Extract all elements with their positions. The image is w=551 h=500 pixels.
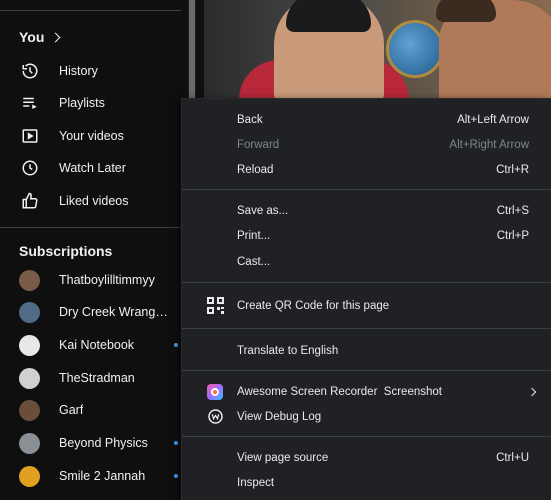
- liked-videos-icon: [19, 190, 41, 212]
- sidebar-item-label: Liked videos: [59, 194, 129, 208]
- menu-item-label: Forward: [237, 138, 280, 151]
- menu-item-translate[interactable]: Translate to English: [182, 338, 551, 363]
- menu-item-shortcut: Alt+Right Arrow: [449, 138, 529, 151]
- subscription-name: TheStradman: [59, 371, 135, 385]
- menu-separator: [182, 370, 551, 371]
- menu-separator: [182, 282, 551, 283]
- menu-item-label: Create QR Code for this page: [237, 299, 390, 312]
- your-videos-icon: [19, 125, 41, 147]
- subscription-name: Beyond Physics: [59, 436, 148, 450]
- subscription-item[interactable]: Garf: [19, 398, 169, 422]
- context-menu: Back Alt+Left Arrow Forward Alt+Right Ar…: [181, 98, 551, 500]
- menu-item-label: View page source: [237, 451, 329, 464]
- subscription-item[interactable]: Smile 2 Jannah: [19, 464, 178, 488]
- avatar: [19, 301, 40, 323]
- subscriptions-heading: Subscriptions: [19, 243, 113, 259]
- menu-item-shortcut: Ctrl+U: [496, 451, 529, 464]
- menu-item-print[interactable]: Print... Ctrl+P: [182, 223, 551, 248]
- new-content-dot: [174, 474, 178, 478]
- new-content-dot: [174, 441, 178, 445]
- sidebar-item-label: Watch Later: [59, 161, 126, 175]
- video-frame-detail: [286, 0, 371, 32]
- watch-later-icon: [19, 157, 41, 179]
- avatar: [19, 399, 40, 421]
- subscription-item[interactable]: Kai Notebook: [19, 333, 178, 357]
- video-frame-detail: [436, 0, 496, 22]
- sidebar-item-history[interactable]: History: [19, 59, 179, 83]
- sidebar-item-label: History: [59, 64, 98, 78]
- menu-separator: [182, 436, 551, 437]
- menu-item-awesome-screen-recorder[interactable]: Awesome Screen Recorder Screenshot: [182, 379, 551, 404]
- menu-item-label: View Debug Log: [237, 410, 322, 423]
- playlists-icon: [19, 92, 41, 114]
- history-icon: [19, 60, 41, 82]
- subscription-name: Dry Creek Wrangler ...: [59, 305, 169, 319]
- scrollbar-thumb[interactable]: [189, 0, 195, 100]
- sidebar-divider: [0, 10, 181, 11]
- menu-item-label: Inspect: [237, 476, 275, 489]
- subscription-item[interactable]: Thatboylilltimmyy: [19, 268, 169, 292]
- subscription-name: Kai Notebook: [59, 338, 135, 352]
- you-label: You: [19, 29, 45, 45]
- new-content-dot: [174, 343, 178, 347]
- menu-separator: [182, 328, 551, 329]
- sidebar-item-label: Playlists: [59, 96, 105, 110]
- menu-item-inspect[interactable]: Inspect: [182, 470, 551, 495]
- qr-code-icon: [206, 297, 224, 315]
- menu-item-cast[interactable]: Cast...: [182, 249, 551, 274]
- you-section-link[interactable]: You: [19, 29, 61, 45]
- menu-item-back[interactable]: Back Alt+Left Arrow: [182, 107, 551, 132]
- video-frame-detail: [386, 20, 444, 78]
- subscription-name: Thatboylilltimmyy: [59, 273, 155, 287]
- sidebar-item-playlists[interactable]: Playlists: [19, 91, 179, 115]
- avatar: [19, 367, 40, 389]
- screen-recorder-icon: [206, 383, 224, 401]
- video-player[interactable]: [204, 0, 551, 100]
- submenu-arrow-icon: [527, 387, 537, 396]
- menu-item-view-page-source[interactable]: View page source Ctrl+U: [182, 445, 551, 470]
- avatar: [19, 465, 40, 487]
- subscription-name: Smile 2 Jannah: [59, 469, 146, 483]
- subscription-name: Garf: [59, 403, 84, 417]
- menu-item-label: Print...: [237, 229, 271, 242]
- avatar: [19, 269, 40, 291]
- sidebar: You History Playlists Your videos Watch …: [0, 0, 188, 500]
- menu-item-label: Awesome Screen Recorder Screenshot: [237, 385, 442, 398]
- sidebar-item-label: Your videos: [59, 129, 124, 143]
- menu-item-shortcut: Ctrl+S: [496, 204, 529, 217]
- menu-item-shortcut: Alt+Left Arrow: [457, 113, 529, 126]
- menu-item-forward: Forward Alt+Right Arrow: [182, 132, 551, 157]
- subscription-item[interactable]: Beyond Physics: [19, 431, 178, 455]
- menu-item-shortcut: Ctrl+P: [496, 229, 529, 242]
- menu-item-label: Reload: [237, 163, 274, 176]
- menu-item-label: Translate to English: [237, 344, 339, 357]
- menu-item-create-qr-code[interactable]: Create QR Code for this page: [182, 293, 551, 318]
- avatar: [19, 334, 40, 356]
- menu-separator: [182, 189, 551, 190]
- menu-item-save-as[interactable]: Save as... Ctrl+S: [182, 198, 551, 223]
- sidebar-item-watch-later[interactable]: Watch Later: [19, 156, 179, 180]
- menu-item-label: Cast...: [237, 255, 271, 268]
- menu-item-label: Back: [237, 113, 263, 126]
- sidebar-item-your-videos[interactable]: Your videos: [19, 124, 179, 148]
- subscription-item[interactable]: Dry Creek Wrangler ...: [19, 300, 169, 324]
- menu-item-reload[interactable]: Reload Ctrl+R: [182, 157, 551, 182]
- menu-item-view-debug-log[interactable]: View Debug Log: [182, 404, 551, 429]
- menu-item-shortcut: Ctrl+R: [496, 163, 529, 176]
- avatar: [19, 432, 40, 454]
- subscription-item[interactable]: TheStradman: [19, 366, 169, 390]
- menu-item-label: Save as...: [237, 204, 289, 217]
- sidebar-item-liked-videos[interactable]: Liked videos: [19, 189, 179, 213]
- debug-log-icon: [206, 408, 224, 426]
- sidebar-divider: [0, 227, 181, 228]
- chevron-right-icon: [50, 32, 61, 42]
